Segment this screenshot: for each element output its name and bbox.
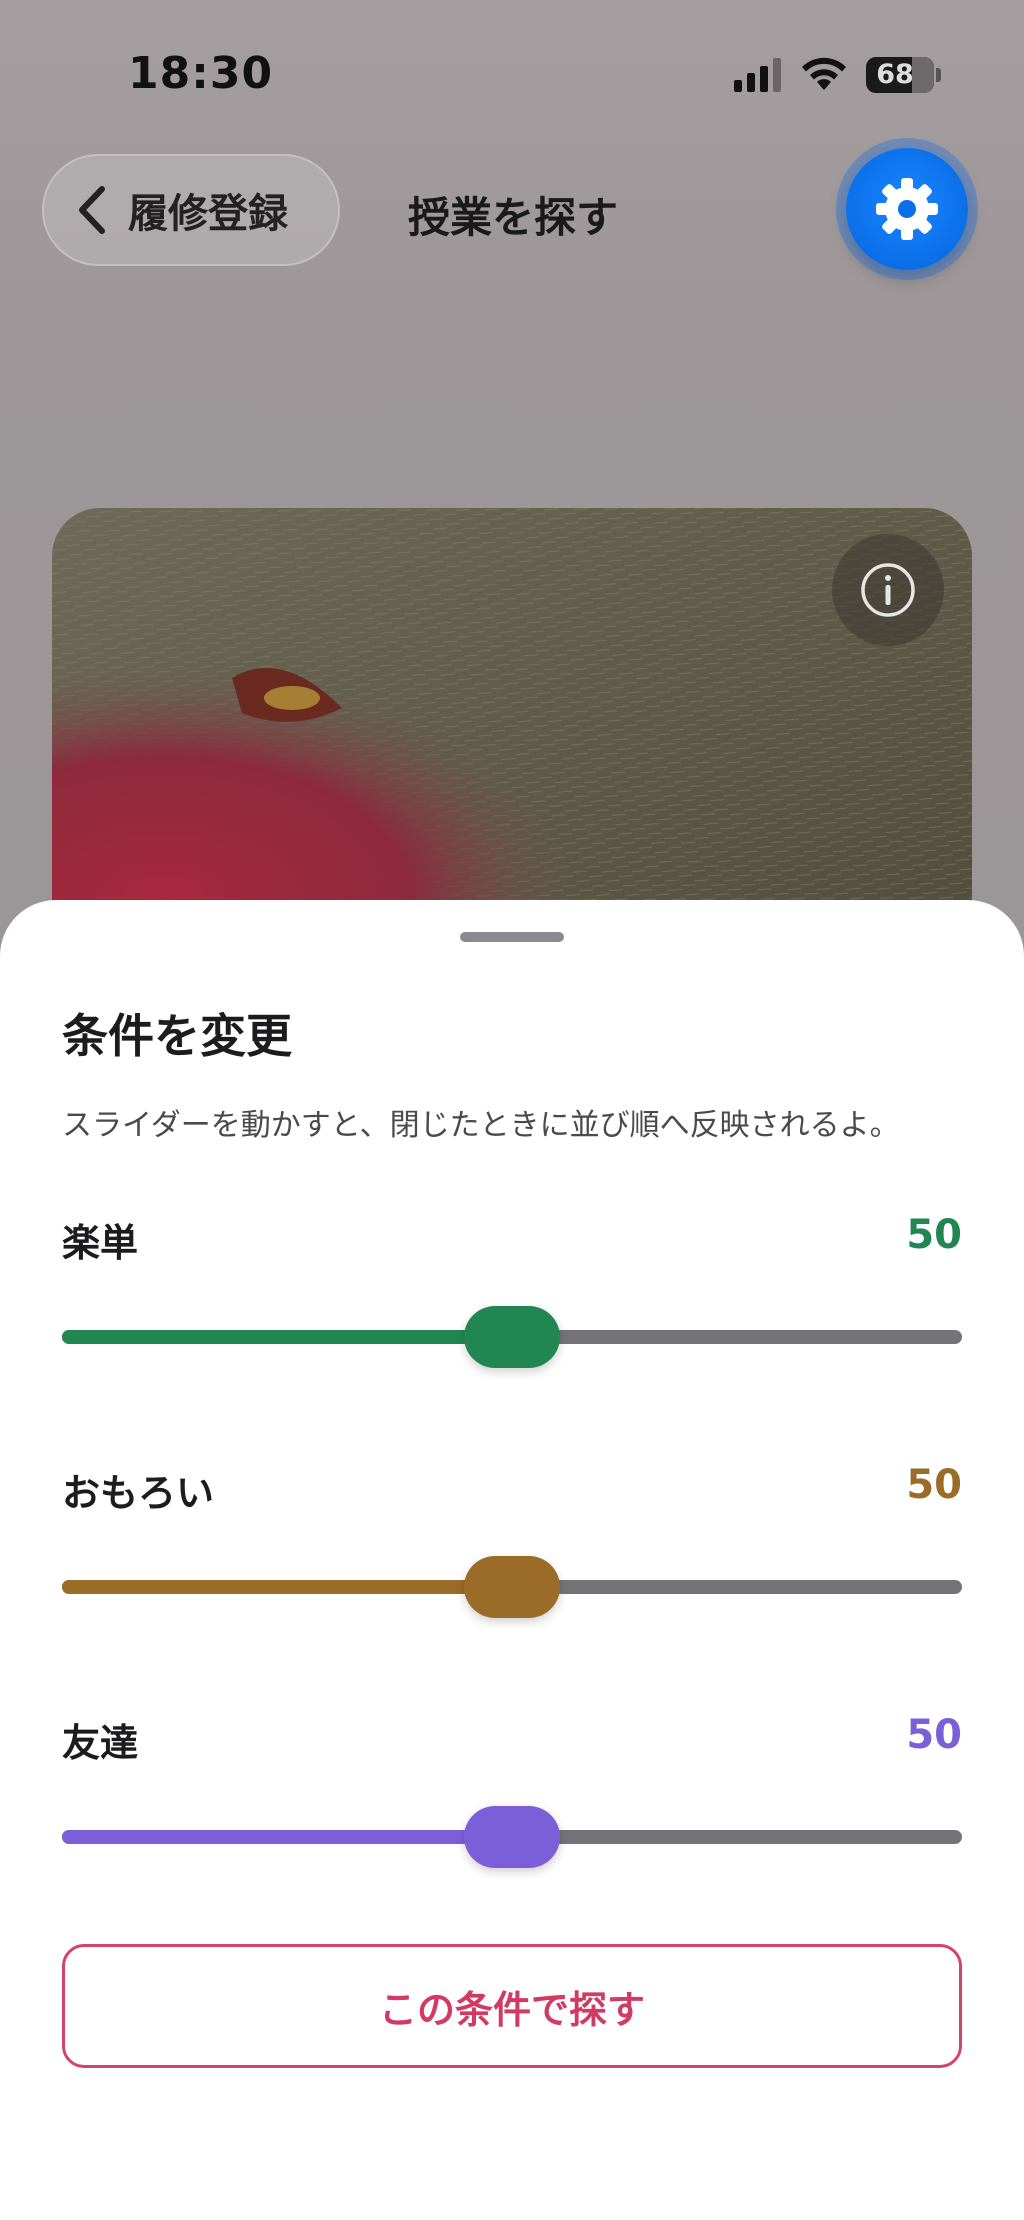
slider-fill [62,1830,512,1844]
info-button[interactable] [832,534,944,646]
slider-fill [62,1330,512,1344]
slider-interesting: おもろい 50 [62,1462,962,1652]
filter-sheet: 条件を変更 スライダーを動かすと、閉じたときに並び順へ反映されるよ。 楽単 50… [0,900,1024,2220]
slider-value: 50 [906,1212,962,1258]
slider-label: 友達 [62,1721,139,1765]
slider-thumb[interactable] [464,1306,560,1368]
slider-label: おもろい [62,1471,215,1515]
slider-friends: 友達 50 [62,1712,962,1902]
sheet-title: 条件を変更 [62,1009,292,1063]
slider-label: 楽単 [62,1221,139,1265]
slider-easy: 楽単 50 [62,1212,962,1402]
battery-level: 68 [876,59,914,90]
sheet-description: スライダーを動かすと、閉じたときに並び順へ反映されるよ。 [62,1108,900,1143]
back-button[interactable]: 履修登録 [42,154,340,266]
battery-icon: 68 [866,57,934,93]
slider-value: 50 [906,1712,962,1758]
status-bar: 18:30 68 [0,0,1024,150]
search-with-conditions-button[interactable]: この条件で探す [62,1944,962,2068]
battery-cap [936,68,941,82]
chevron-left-icon [79,186,105,234]
slider-fill [62,1580,512,1594]
settings-button[interactable] [846,148,968,270]
gear-icon [876,178,938,240]
page-title: 授業を探す [408,193,619,242]
wifi-icon [802,57,846,90]
slider-value: 50 [906,1462,962,1508]
info-icon [861,563,915,617]
back-button-label: 履修登録 [128,191,288,237]
search-button-label: この条件で探す [378,1987,645,2032]
status-time: 18:30 [128,48,274,99]
slider-thumb[interactable] [464,1556,560,1618]
signal-icon [734,58,781,92]
slider-thumb[interactable] [464,1806,560,1868]
sheet-grabber[interactable] [460,932,564,942]
